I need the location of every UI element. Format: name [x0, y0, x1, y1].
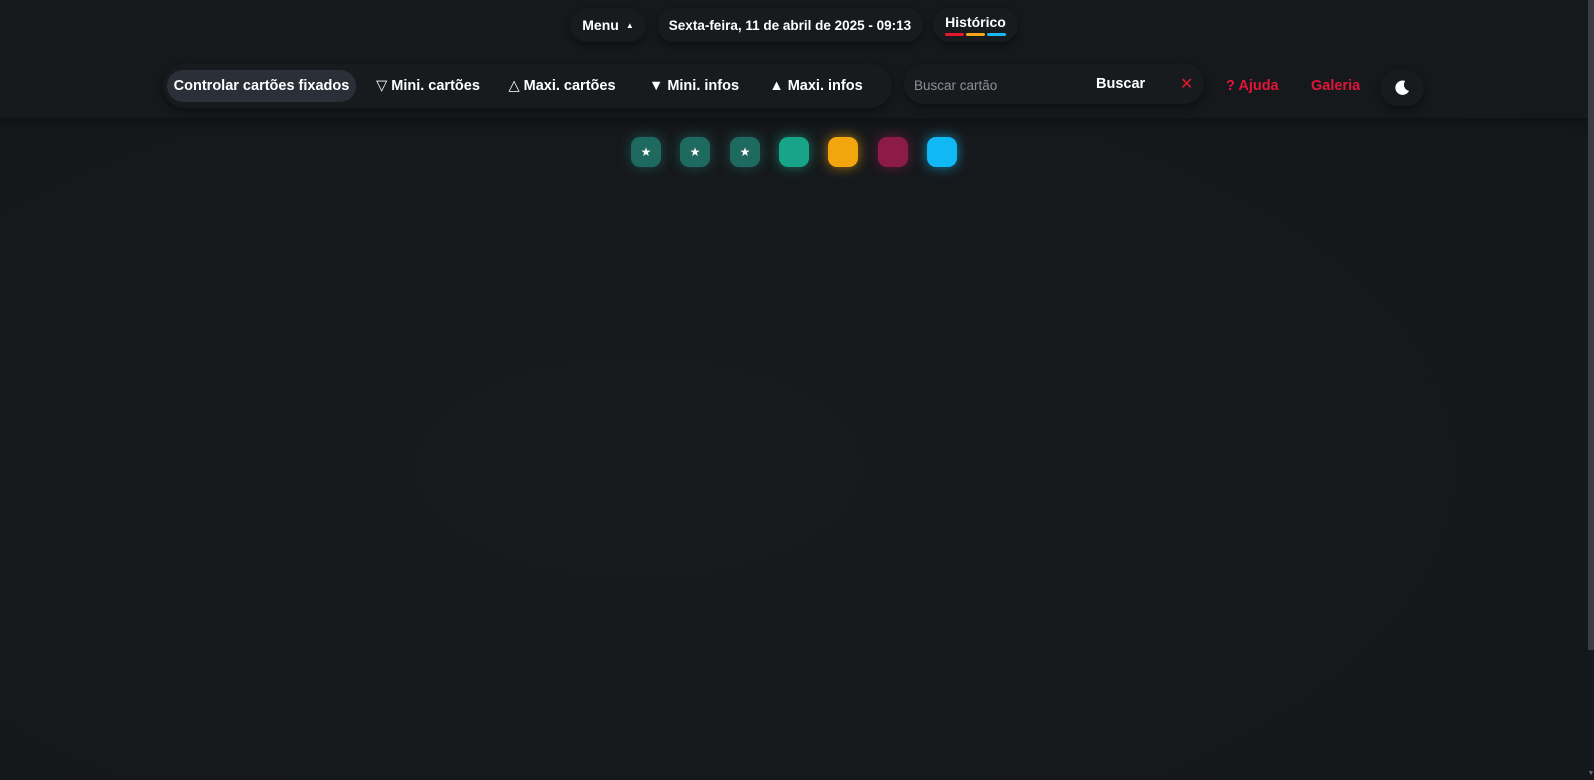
maxi-infos-button[interactable]: ▲ Maxi. infos	[762, 70, 870, 102]
gallery-link[interactable]: Galeria	[1311, 72, 1360, 100]
maxi-cards-label: Maxi. cartões	[523, 78, 616, 94]
mini-infos-label: Mini. infos	[667, 78, 740, 94]
page: Menu ▲ Sexta-feira, 11 de abril de 2025 …	[0, 0, 1594, 780]
card-color-square[interactable]	[779, 137, 809, 167]
history-label: Histórico	[945, 14, 1006, 30]
maxi-cards-button[interactable]: △ Maxi. cartões	[501, 70, 623, 102]
date-time-display: Sexta-feira, 11 de abril de 2025 - 09:13	[657, 8, 923, 42]
history-bar-blue	[987, 33, 1006, 36]
search-group: Buscar ✕	[904, 64, 1204, 104]
control-pinned-cards-label: Controlar cartões fixados	[173, 78, 350, 94]
menu-label: Menu	[582, 17, 619, 33]
mini-infos-button[interactable]: ▼ Mini. infos	[642, 70, 746, 102]
search-input[interactable]	[912, 69, 1086, 101]
close-icon: ✕	[1180, 76, 1194, 93]
triangle-up-outline-icon: △	[508, 78, 520, 94]
help-link[interactable]: ? Ajuda	[1226, 72, 1279, 100]
triangle-up-filled-icon: ▲	[769, 78, 784, 94]
scrollbar[interactable]: ▼	[1588, 0, 1594, 780]
menu-button[interactable]: Menu ▲	[570, 8, 646, 42]
moon-icon	[1395, 80, 1410, 95]
search-button-label: Buscar	[1096, 76, 1146, 92]
history-button[interactable]: Histórico	[933, 8, 1018, 42]
card-control-toolbar: Controlar cartões fixados ▽ Mini. cartõe…	[163, 64, 892, 108]
maxi-infos-label: Maxi. infos	[787, 78, 863, 94]
header-bar: Menu ▲ Sexta-feira, 11 de abril de 2025 …	[0, 0, 1594, 118]
search-button[interactable]: Buscar	[1096, 69, 1145, 99]
clear-search-button[interactable]: ✕	[1180, 69, 1193, 99]
scrollbar-thumb[interactable]	[1588, 0, 1594, 650]
control-pinned-cards-button[interactable]: Controlar cartões fixados	[167, 70, 356, 102]
card-color-square[interactable]: ★	[730, 137, 760, 167]
scroll-down-arrow-icon[interactable]: ▼	[1588, 768, 1594, 778]
triangle-down-filled-icon: ▼	[648, 78, 664, 94]
triangle-down-outline-icon: ▽	[376, 78, 388, 94]
card-color-square[interactable]	[878, 137, 908, 167]
date-time-text: Sexta-feira, 11 de abril de 2025 - 09:13	[668, 17, 912, 33]
help-label: ? Ajuda	[1226, 78, 1279, 94]
history-bar-yellow	[966, 33, 985, 36]
gallery-label: Galeria	[1311, 78, 1361, 94]
caret-up-icon: ▲	[625, 20, 634, 30]
card-color-square[interactable]: ★	[680, 137, 710, 167]
card-color-squares: ★ ★ ★	[0, 137, 1594, 169]
card-color-square[interactable]	[828, 137, 858, 167]
history-color-bars	[945, 33, 1006, 36]
card-color-square[interactable]	[927, 137, 957, 167]
history-bar-red	[945, 33, 964, 36]
card-color-square[interactable]: ★	[631, 137, 661, 167]
mini-cards-button[interactable]: ▽ Mini. cartões	[369, 70, 487, 102]
mini-cards-label: Mini. cartões	[391, 78, 480, 94]
theme-toggle-button[interactable]	[1380, 70, 1424, 106]
